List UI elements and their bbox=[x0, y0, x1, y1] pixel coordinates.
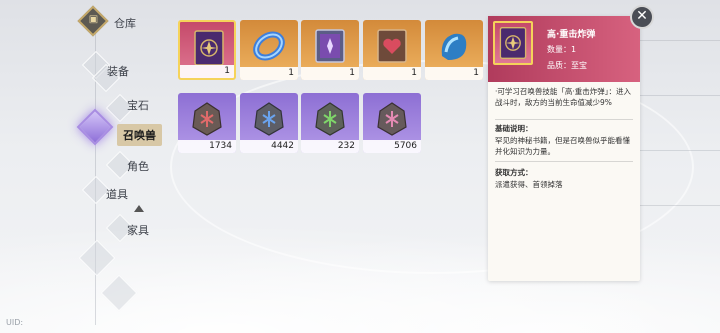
detail-title: 高·重击炸弹 bbox=[547, 30, 596, 40]
item-count: 5706 bbox=[363, 140, 421, 153]
item-detail-panel: 高·重击炸弹 数量：1 品质：至宝 ·可学习召唤兽技能「高·重击炸弹」：进入战斗… bbox=[488, 16, 640, 281]
item-count: 1 bbox=[301, 67, 359, 80]
nav-item-items[interactable]: 道具 bbox=[106, 186, 128, 202]
nav-diamond bbox=[100, 274, 138, 312]
item-count: 1 bbox=[180, 65, 234, 78]
detail-count: 数量：1 bbox=[547, 45, 577, 54]
red-stone-icon bbox=[192, 102, 222, 136]
close-icon: ✕ bbox=[636, 8, 648, 24]
item-count: 4442 bbox=[240, 140, 298, 153]
summon-book-icon bbox=[194, 30, 224, 66]
detail-quality: 品质：至宝 bbox=[547, 61, 587, 70]
item-count: 1 bbox=[240, 67, 298, 80]
blue-ring-icon bbox=[253, 31, 285, 61]
item-card[interactable]: 4442 bbox=[240, 93, 298, 153]
item-card[interactable]: 1734 bbox=[178, 93, 236, 153]
category-nav: ▣ 仓库 装备 宝石 召唤兽 角色 道具 家具 bbox=[0, 0, 175, 333]
detail-effect: ·可学习召唤兽技能「高·重击炸弹」：进入战斗时，敌方的当前生命值减少9% bbox=[495, 87, 632, 107]
nav-item-furniture[interactable]: 家具 bbox=[127, 222, 149, 238]
nav-item-characters[interactable]: 角色 bbox=[127, 158, 149, 174]
item-count: 1 bbox=[425, 67, 483, 80]
close-button[interactable]: ✕ bbox=[630, 5, 654, 29]
chest-icon: ▣ bbox=[88, 14, 99, 25]
green-stone-icon bbox=[315, 102, 345, 136]
item-count: 232 bbox=[301, 140, 359, 153]
item-card[interactable]: 1 bbox=[425, 20, 483, 80]
detail-thumbnail bbox=[493, 21, 533, 65]
blue-scroll-icon bbox=[441, 33, 467, 60]
divider bbox=[495, 161, 633, 162]
item-card[interactable]: 1 bbox=[301, 20, 359, 80]
heart-book-icon bbox=[377, 29, 407, 63]
detail-source-header: 获取方式： bbox=[495, 168, 533, 177]
item-card[interactable]: 5706 bbox=[363, 93, 421, 153]
item-count: 1 bbox=[363, 67, 421, 80]
divider bbox=[495, 119, 633, 120]
nav-item-equipment[interactable]: 装备 bbox=[107, 63, 129, 79]
nav-diamond bbox=[78, 239, 116, 277]
detail-basic-text: 罕见的神秘书籍，但是召唤兽似乎能看懂并化知识为力量。 bbox=[495, 136, 630, 156]
item-count: 1734 bbox=[178, 140, 236, 153]
nav-selected-diamond bbox=[76, 108, 114, 146]
collapse-arrow-icon[interactable] bbox=[134, 205, 144, 212]
item-card[interactable]: 1 bbox=[240, 20, 298, 80]
blue-stone-icon bbox=[254, 102, 284, 136]
purple-book-icon bbox=[315, 29, 345, 63]
nav-item-summons[interactable]: 召唤兽 bbox=[117, 124, 162, 146]
pink-stone-icon bbox=[377, 102, 407, 136]
nav-title-warehouse: 仓库 bbox=[114, 17, 136, 30]
item-card[interactable]: 1 bbox=[363, 20, 421, 80]
item-card[interactable]: 232 bbox=[301, 93, 359, 153]
uid-label: UID: bbox=[6, 318, 24, 327]
detail-source-text: 派遣获得、首领掉落 bbox=[495, 180, 563, 189]
detail-header: 高·重击炸弹 数量：1 品质：至宝 bbox=[488, 16, 640, 82]
detail-basic-header: 基础说明： bbox=[495, 124, 533, 133]
summon-book-icon bbox=[499, 27, 527, 59]
item-card[interactable]: 1 bbox=[178, 20, 236, 80]
nav-item-gems[interactable]: 宝石 bbox=[127, 97, 149, 113]
